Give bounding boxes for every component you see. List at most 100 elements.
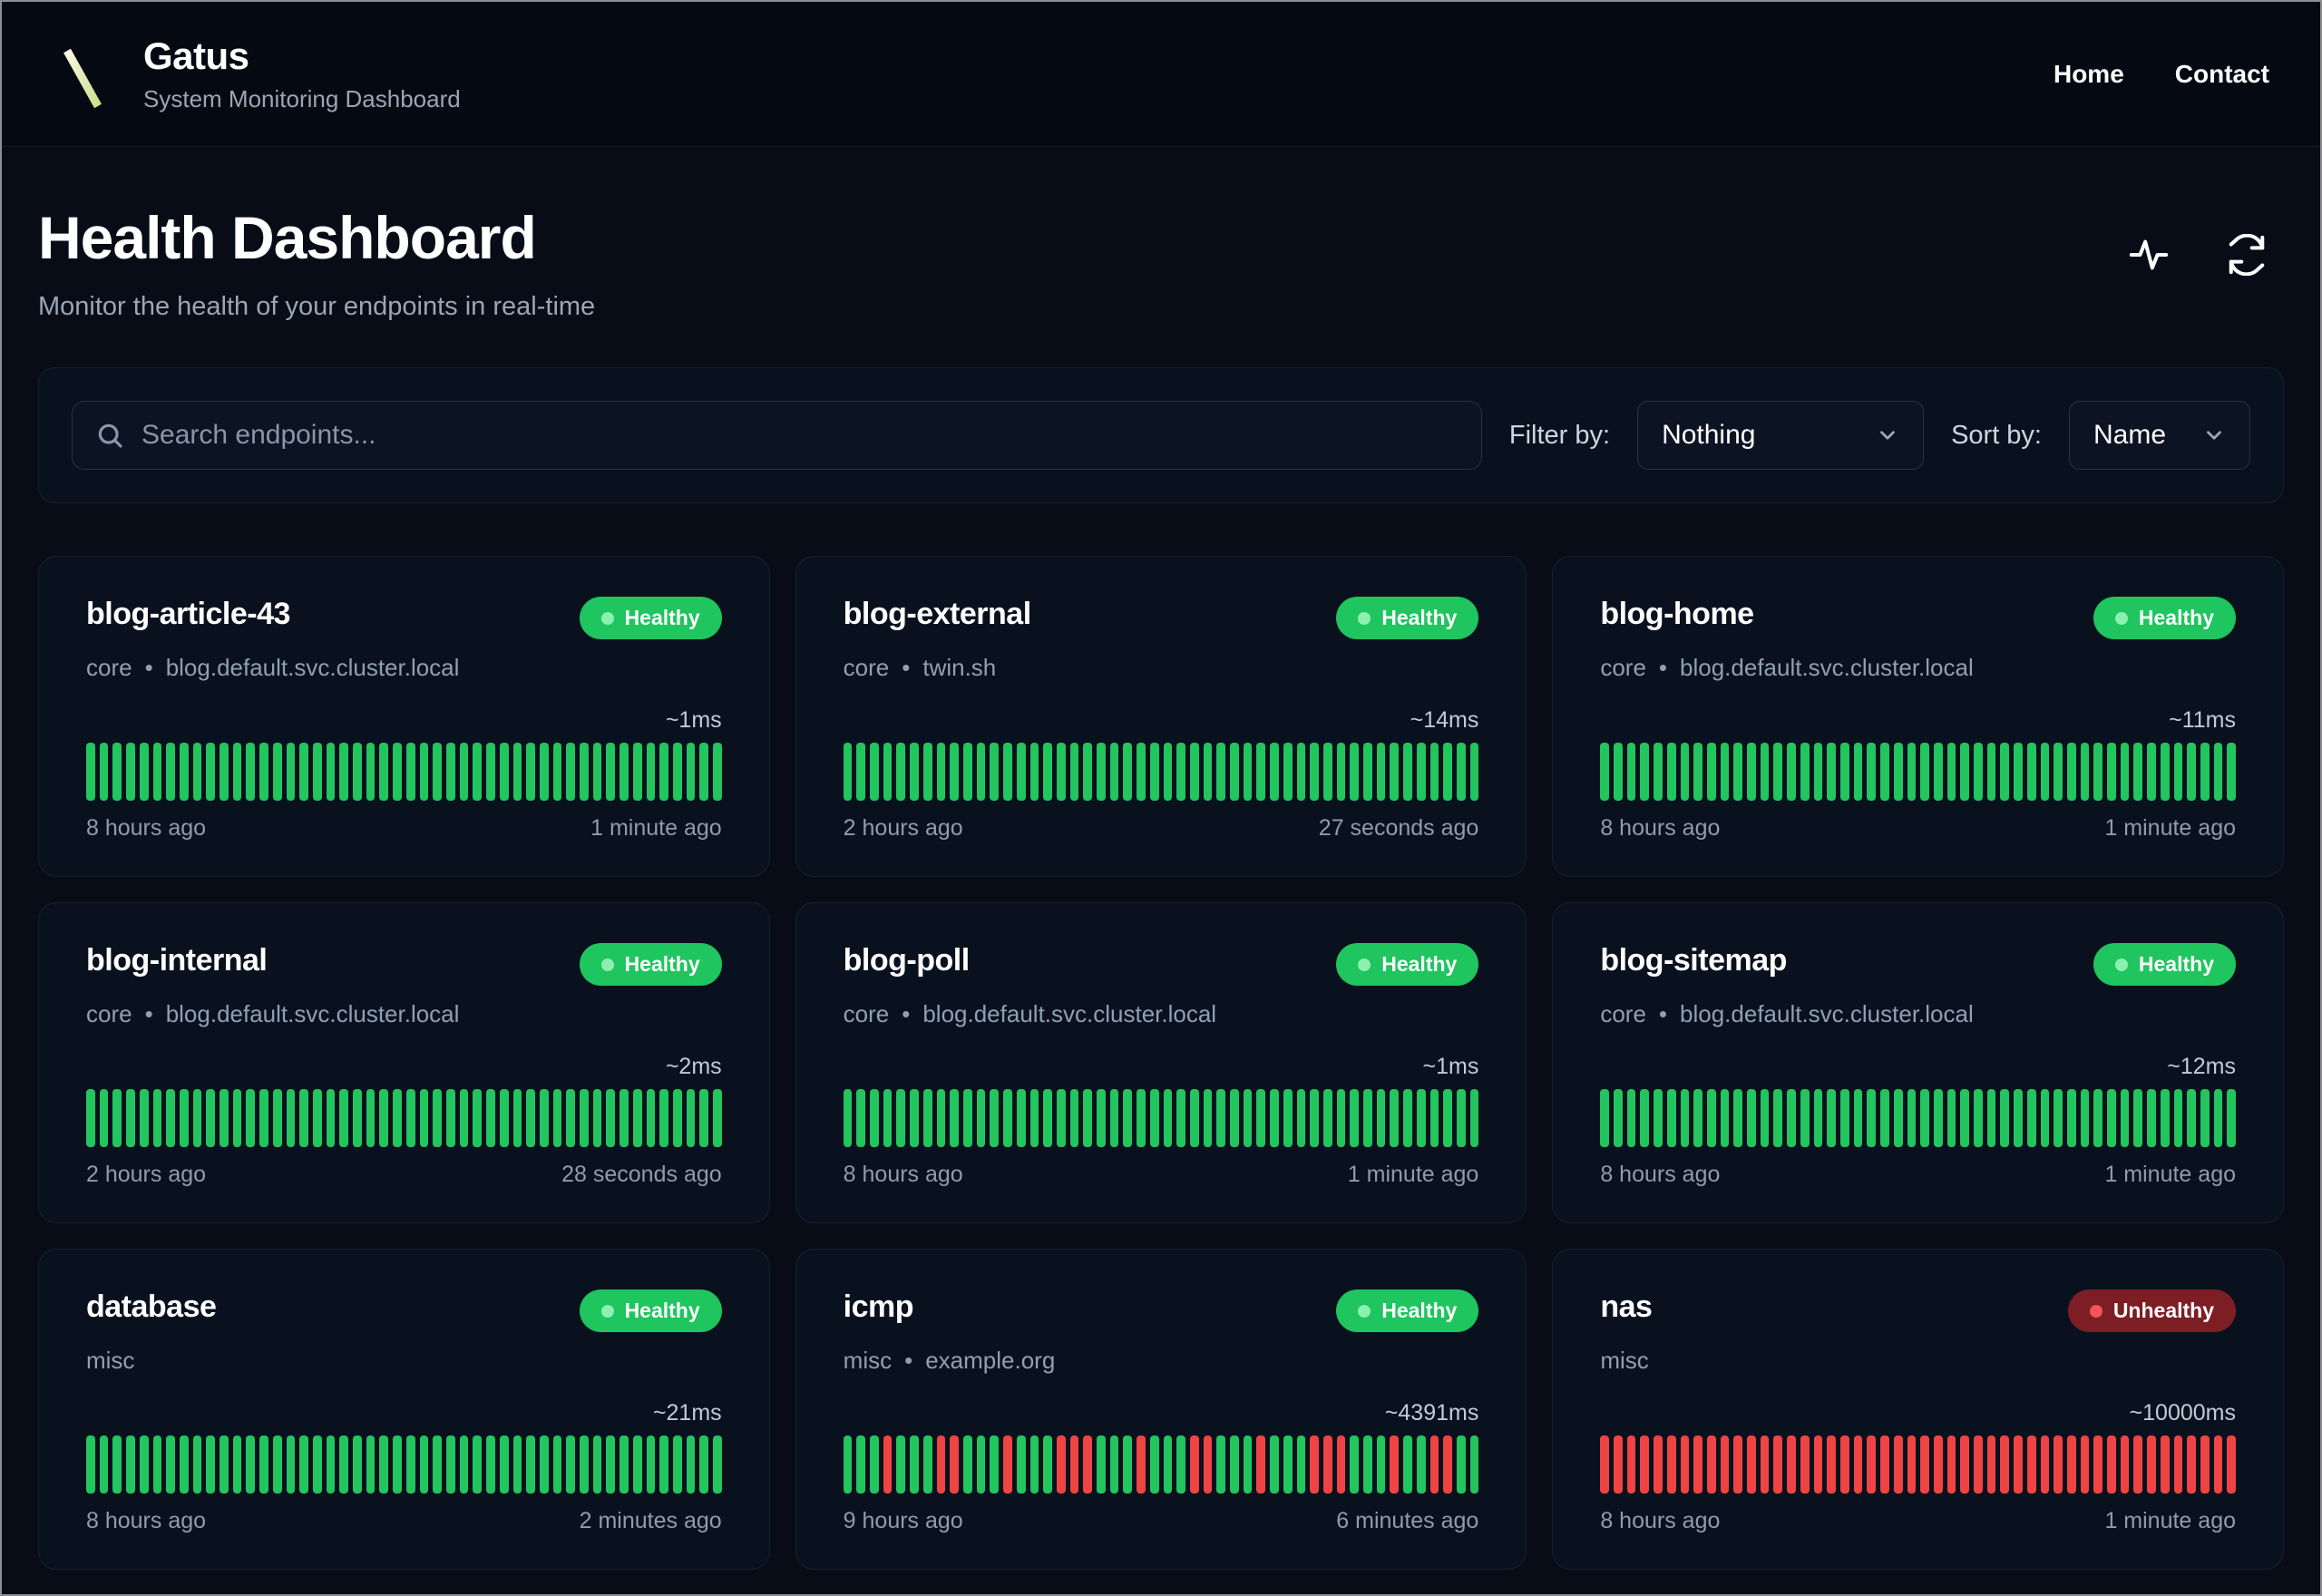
up-bar[interactable] (1720, 743, 1730, 801)
down-bar[interactable] (2227, 1435, 2237, 1494)
up-bar[interactable] (1016, 743, 1026, 801)
up-bar[interactable] (699, 1089, 709, 1147)
up-bar[interactable] (312, 1435, 322, 1494)
up-bar[interactable] (1920, 743, 1929, 801)
down-bar[interactable] (1773, 1435, 1783, 1494)
down-bar[interactable] (1322, 1435, 1332, 1494)
up-bar[interactable] (2014, 1089, 2023, 1147)
up-bar[interactable] (1760, 743, 1770, 801)
up-bar[interactable] (1310, 743, 1319, 801)
up-bar[interactable] (686, 743, 696, 801)
up-bar[interactable] (419, 743, 429, 801)
up-bar[interactable] (179, 1089, 189, 1147)
up-bar[interactable] (896, 1089, 906, 1147)
up-bar[interactable] (512, 1089, 522, 1147)
up-bar[interactable] (1960, 743, 1970, 801)
up-bar[interactable] (99, 1435, 109, 1494)
down-bar[interactable] (2133, 1435, 2143, 1494)
up-bar[interactable] (2107, 1089, 2116, 1147)
up-bar[interactable] (1733, 1089, 1743, 1147)
up-bar[interactable] (1216, 1435, 1226, 1494)
up-bar[interactable] (1974, 1089, 1983, 1147)
up-bar[interactable] (1614, 1089, 1623, 1147)
down-bar[interactable] (1974, 1435, 1983, 1494)
up-bar[interactable] (232, 1435, 242, 1494)
up-bar[interactable] (1163, 1435, 1173, 1494)
up-bar[interactable] (1626, 1089, 1636, 1147)
up-bar[interactable] (620, 1435, 629, 1494)
up-bar[interactable] (856, 1089, 866, 1147)
up-bar[interactable] (1974, 743, 1983, 801)
up-bar[interactable] (672, 1089, 682, 1147)
up-bar[interactable] (2000, 1089, 2010, 1147)
endpoint-card[interactable]: blog-external Healthy core • twin.sh ~14… (795, 556, 1527, 877)
up-bar[interactable] (1176, 1089, 1185, 1147)
up-bar[interactable] (433, 1089, 442, 1147)
up-bar[interactable] (379, 1089, 389, 1147)
up-bar[interactable] (379, 1435, 389, 1494)
up-bar[interactable] (445, 1089, 455, 1147)
up-bar[interactable] (1457, 1089, 1466, 1147)
up-bar[interactable] (922, 743, 932, 801)
up-bar[interactable] (1429, 1089, 1439, 1147)
up-bar[interactable] (843, 743, 853, 801)
down-bar[interactable] (1083, 1435, 1093, 1494)
up-bar[interactable] (2066, 743, 2076, 801)
up-bar[interactable] (592, 743, 602, 801)
endpoint-card[interactable]: blog-article-43 Healthy core • blog.defa… (38, 556, 770, 877)
up-bar[interactable] (990, 743, 1000, 801)
endpoint-card[interactable]: nas Unhealthy misc ~10000ms 8 hours ago … (1552, 1249, 2284, 1570)
up-bar[interactable] (405, 743, 415, 801)
up-bar[interactable] (2000, 743, 2010, 801)
up-bar[interactable] (2120, 1089, 2130, 1147)
up-bar[interactable] (552, 1435, 562, 1494)
down-bar[interactable] (1443, 1435, 1452, 1494)
up-bar[interactable] (990, 1435, 1000, 1494)
up-bar[interactable] (139, 1435, 149, 1494)
up-bar[interactable] (1350, 1089, 1360, 1147)
down-bar[interactable] (1867, 1435, 1877, 1494)
up-bar[interactable] (1283, 743, 1293, 801)
up-bar[interactable] (1376, 743, 1386, 801)
up-bar[interactable] (1614, 743, 1623, 801)
up-bar[interactable] (1016, 1089, 1026, 1147)
up-bar[interactable] (1880, 1089, 1889, 1147)
refresh-icon[interactable] (2226, 234, 2268, 276)
up-bar[interactable] (1429, 743, 1439, 801)
up-bar[interactable] (445, 1435, 455, 1494)
up-bar[interactable] (192, 743, 202, 801)
up-bar[interactable] (1893, 743, 1903, 801)
up-bar[interactable] (1137, 743, 1146, 801)
up-bar[interactable] (473, 1089, 483, 1147)
up-bar[interactable] (699, 1435, 709, 1494)
up-bar[interactable] (112, 743, 122, 801)
down-bar[interactable] (2120, 1435, 2130, 1494)
up-bar[interactable] (1296, 1435, 1306, 1494)
up-bar[interactable] (1363, 1435, 1372, 1494)
down-bar[interactable] (1853, 1435, 1863, 1494)
up-bar[interactable] (592, 1089, 602, 1147)
up-bar[interactable] (922, 1435, 932, 1494)
down-bar[interactable] (1614, 1435, 1623, 1494)
up-bar[interactable] (1907, 743, 1917, 801)
up-bar[interactable] (526, 743, 535, 801)
up-bar[interactable] (353, 743, 362, 801)
up-bar[interactable] (620, 1089, 629, 1147)
up-bar[interactable] (1123, 1435, 1133, 1494)
up-bar[interactable] (1390, 1089, 1400, 1147)
up-bar[interactable] (1163, 743, 1173, 801)
down-bar[interactable] (2147, 1435, 2156, 1494)
up-bar[interactable] (1149, 1089, 1159, 1147)
up-bar[interactable] (206, 1435, 216, 1494)
up-bar[interactable] (312, 1089, 322, 1147)
up-bar[interactable] (2133, 1089, 2143, 1147)
up-bar[interactable] (1403, 743, 1412, 801)
uptime-history-bars[interactable] (1600, 1089, 2237, 1147)
up-bar[interactable] (1733, 743, 1743, 801)
up-bar[interactable] (1283, 1089, 1293, 1147)
up-bar[interactable] (232, 1089, 242, 1147)
uptime-history-bars[interactable] (86, 1435, 722, 1494)
up-bar[interactable] (1270, 743, 1279, 801)
up-bar[interactable] (1069, 743, 1079, 801)
up-bar[interactable] (1416, 743, 1426, 801)
